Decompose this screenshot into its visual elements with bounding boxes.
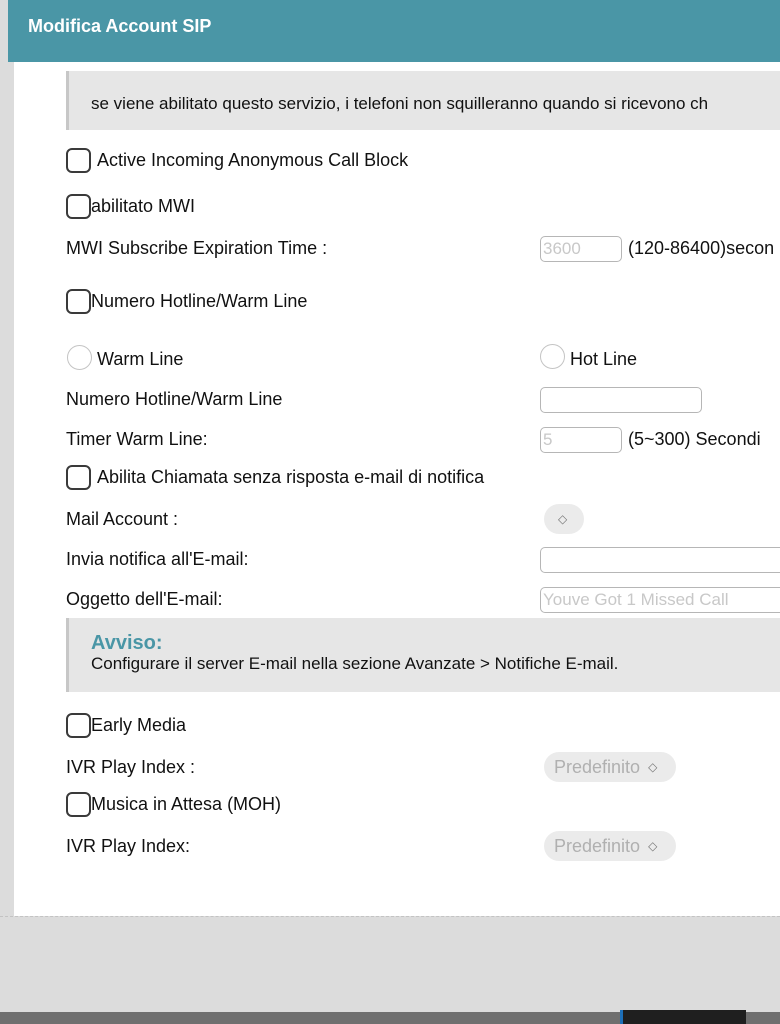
warm-line-label: Warm Line — [97, 349, 184, 369]
early-media-row: Early Media — [66, 712, 186, 738]
mail-account-select[interactable]: ◇ — [544, 504, 584, 534]
notice-box: Avviso: Configurare il server E-mail nel… — [66, 618, 780, 692]
hotline-label: Numero Hotline/Warm Line — [91, 290, 308, 311]
warm-line-radio[interactable] — [67, 345, 92, 370]
notice-text: Configurare il server E-mail nella sezio… — [91, 654, 619, 673]
hotline-row: Numero Hotline/Warm Line — [66, 288, 307, 314]
hot-line-label: Hot Line — [570, 349, 638, 369]
ivr-play-index-row-2: IVR Play Index: — [66, 833, 190, 859]
warm-timer-input[interactable]: 5 — [540, 427, 622, 453]
chevron-updown-icon: ◇ — [558, 512, 568, 526]
chevron-updown-icon: ◇ — [648, 839, 658, 853]
email-subject-row: Oggetto dell'E-mail: — [66, 586, 223, 612]
ivr-play-index-select-1[interactable]: Predefinito ◇ — [544, 752, 676, 782]
email-subject-label: Oggetto dell'E-mail: — [66, 588, 223, 609]
mwi-expiration-label: MWI Subscribe Expiration Time : — [66, 237, 328, 258]
ivr-play-index-value-1: Predefinito — [554, 756, 641, 777]
moh-label: Musica in Attesa (MOH) — [91, 793, 282, 814]
dialog-footer — [0, 916, 780, 1012]
ivr-play-index-row-1: IVR Play Index : — [66, 754, 195, 780]
moh-checkbox[interactable] — [66, 791, 91, 817]
warm-timer-label: Timer Warm Line: — [66, 428, 208, 449]
ivr-play-index-value-2: Predefinito — [554, 835, 641, 856]
early-media-checkbox[interactable] — [66, 712, 91, 738]
notify-email-row: Invia notifica all'E-mail: — [66, 546, 249, 572]
anonymous-block-label: Active Incoming Anonymous Call Block — [97, 149, 409, 170]
missed-call-email-row: Abilita Chiamata senza risposta e-mail d… — [66, 464, 484, 490]
email-subject-input[interactable]: Youve Got 1 Missed Call — [540, 587, 780, 613]
window-title: Modifica Account SIP — [8, 0, 780, 62]
chevron-updown-icon: ◇ — [648, 760, 658, 774]
ivr-play-index-select-2[interactable]: Predefinito ◇ — [544, 831, 676, 861]
notify-email-label: Invia notifica all'E-mail: — [66, 548, 249, 569]
early-media-label: Early Media — [91, 714, 187, 735]
mwi-expiration-input[interactable]: 3600 — [540, 236, 622, 262]
info-box: se viene abilitato questo servizio, i te… — [66, 71, 780, 130]
missed-call-email-label: Abilita Chiamata senza risposta e-mail d… — [97, 466, 485, 487]
taskbar-item[interactable] — [620, 1010, 746, 1024]
warm-timer-range: (5~300) Secondi — [628, 429, 761, 449]
mail-account-row: Mail Account : — [66, 506, 178, 532]
moh-row: Musica in Attesa (MOH) — [66, 791, 281, 817]
mwi-row: abilitato MWI — [66, 193, 195, 219]
ivr-play-index-label-2: IVR Play Index: — [66, 835, 191, 856]
mwi-label: abilitato MWI — [91, 195, 196, 216]
hotline-checkbox[interactable] — [66, 288, 91, 314]
mwi-checkbox[interactable] — [66, 193, 91, 219]
mwi-expiration-range: (120-86400)secon — [628, 238, 775, 258]
info-text: se viene abilitato questo servizio, i te… — [91, 94, 709, 113]
hotline-number-label: Numero Hotline/Warm Line — [66, 388, 283, 409]
mwi-expiration-row: MWI Subscribe Expiration Time : — [66, 235, 327, 261]
notify-email-input[interactable] — [540, 547, 780, 573]
notice-title: Avviso: — [91, 632, 163, 654]
mail-account-label: Mail Account : — [66, 508, 179, 529]
anonymous-block-row: Active Incoming Anonymous Call Block — [66, 147, 408, 173]
edit-sip-account-window: Modifica Account SIP se viene abilitato … — [0, 0, 780, 1012]
anonymous-block-checkbox[interactable] — [66, 147, 91, 173]
ivr-play-index-label-1: IVR Play Index : — [66, 756, 196, 777]
missed-call-email-checkbox[interactable] — [66, 464, 91, 490]
hotline-number-row: Numero Hotline/Warm Line — [66, 386, 282, 412]
warm-timer-row: Timer Warm Line: — [66, 426, 208, 452]
hotline-number-input[interactable] — [540, 387, 702, 413]
hot-line-radio[interactable] — [540, 344, 565, 369]
